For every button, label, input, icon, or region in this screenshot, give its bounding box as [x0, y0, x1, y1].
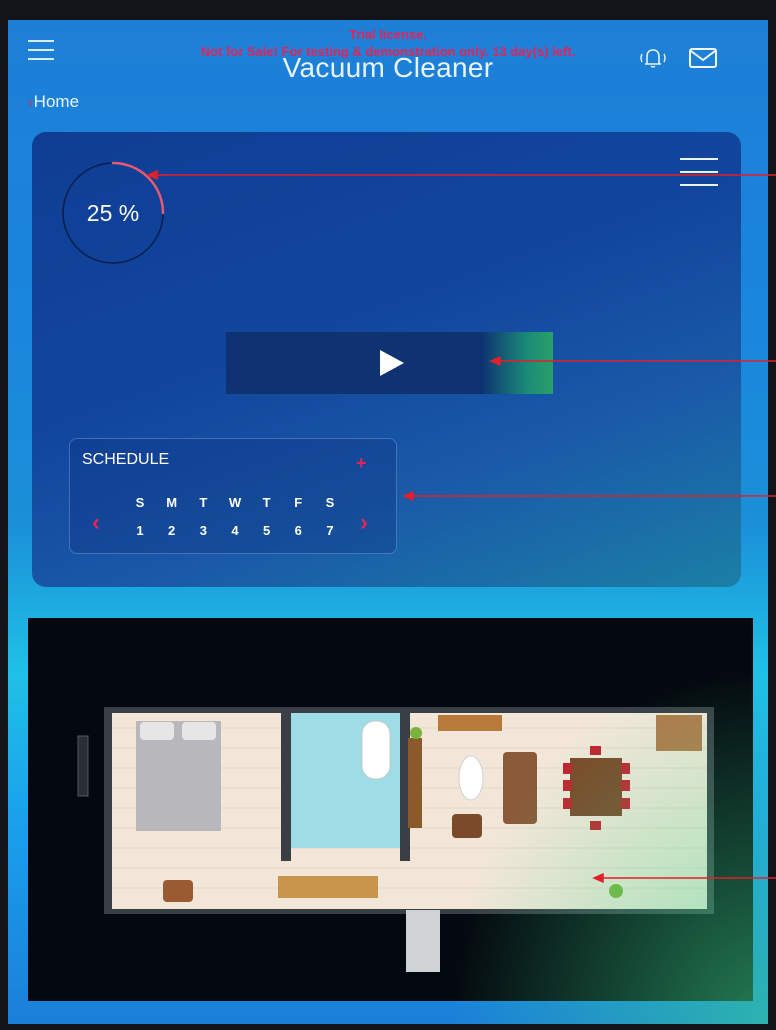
date-cell[interactable]: 2 — [162, 523, 182, 538]
weekday-letters: S M T W T F S — [130, 495, 340, 510]
alarm-bell-icon[interactable] — [636, 46, 670, 70]
top-bar: Vacuum Cleaner Trial license. Not for Sa… — [8, 20, 768, 92]
floor-plan-image — [77, 707, 714, 972]
weekday-letter: S — [135, 495, 145, 510]
schedule-widget: SCHEDULE + ‹ › S M T W T F S 1 2 3 4 5 6… — [69, 438, 397, 554]
schedule-title: SCHEDULE — [82, 451, 170, 468]
next-week-chevron-icon[interactable]: › — [360, 509, 368, 537]
app-screen: Vacuum Cleaner Trial license. Not for Sa… — [8, 20, 768, 1024]
hamburger-icon — [28, 40, 54, 42]
progress-label: 25 % — [86, 200, 140, 226]
date-cell[interactable]: 3 — [193, 523, 213, 538]
date-cell[interactable]: 1 — [130, 523, 150, 538]
play-icon — [380, 350, 404, 376]
trial-line-1: Trial license. — [348, 27, 428, 42]
floor-plan-map[interactable] — [28, 618, 753, 1001]
date-cell[interactable]: 7 — [320, 523, 340, 538]
breadcrumb-home-link[interactable]: Home — [34, 92, 79, 111]
breadcrumb[interactable]: ‹Home — [28, 92, 79, 112]
date-cell[interactable]: 4 — [225, 523, 245, 538]
mail-icon[interactable] — [688, 46, 718, 70]
trial-line-2: Not for Sale! For testing & demonstratio… — [200, 44, 576, 59]
vacuum-control-panel: 25 % SCHEDULE + ‹ › S M T W T F S 1 2 3 … — [32, 132, 741, 587]
date-cell[interactable]: 5 — [257, 523, 277, 538]
weekday-letter: W — [228, 495, 242, 510]
previous-week-chevron-icon[interactable]: ‹ — [92, 509, 100, 537]
panel-menu-button[interactable] — [680, 158, 718, 190]
hamburger-icon — [680, 158, 718, 160]
weekday-letter: T — [262, 495, 271, 510]
weekday-letter: S — [325, 495, 335, 510]
weekday-letter: T — [199, 495, 208, 510]
add-schedule-button[interactable]: + — [356, 453, 367, 474]
date-cell[interactable]: 6 — [288, 523, 308, 538]
play-button[interactable] — [226, 332, 553, 394]
back-arrow-icon: ‹ — [28, 94, 33, 110]
weekday-letter: F — [294, 495, 303, 510]
trial-license-notice: Trial license. Not for Sale! For testing… — [158, 26, 618, 60]
weekday-letter: M — [166, 495, 178, 510]
weekday-dates: 1 2 3 4 5 6 7 — [130, 523, 340, 538]
